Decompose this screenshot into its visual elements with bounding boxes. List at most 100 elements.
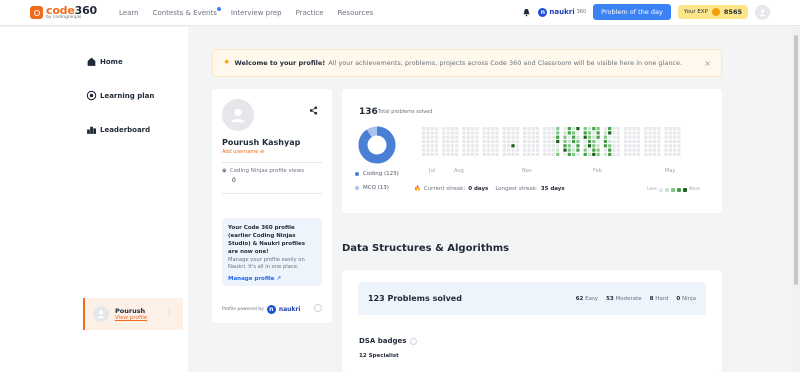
heatmap-cell: [612, 148, 616, 152]
heatmap-cell: [511, 152, 515, 156]
sidebar-item-learning-plan[interactable]: Learning plan: [86, 90, 154, 101]
powered-brand: naukri: [278, 306, 301, 313]
exp-value: 8565: [723, 8, 742, 16]
heatmap-cell: [567, 148, 571, 152]
heatmap-cell: [664, 148, 668, 152]
heatmap-cell: [603, 144, 607, 148]
month-label: Aug: [454, 168, 464, 174]
heatmap-cell: [446, 139, 450, 144]
heatmap-cell: [657, 131, 661, 135]
sidebar-item-leaderboard[interactable]: Leaderboard: [86, 124, 150, 135]
heatmap-cell: [608, 131, 612, 135]
heatmap-cell: [442, 144, 446, 148]
info-icon[interactable]: [314, 304, 322, 312]
heatmap-cell: [632, 144, 636, 148]
nav-learn[interactable]: Learn: [119, 9, 139, 17]
heatmap-cell: [511, 135, 515, 139]
heatmap-cell: [471, 127, 475, 131]
hard-label: Hard: [655, 295, 669, 302]
heatmap-cell: [664, 131, 668, 135]
info-icon[interactable]: [410, 337, 418, 345]
home-icon: [87, 57, 96, 66]
close-icon[interactable]: ×: [704, 59, 711, 68]
code360-logo[interactable]: code360 by codingninjas: [30, 5, 97, 21]
heatmap-cell: [636, 148, 641, 152]
heatmap-cell: [426, 127, 430, 131]
heatmap-cell: [572, 144, 576, 148]
nav-contests[interactable]: Contests & Events: [153, 6, 221, 17]
heatmap-cell: [616, 135, 620, 139]
heatmap-cell: [422, 127, 426, 131]
heatmap-cell: [422, 135, 426, 139]
manage-profile-link[interactable]: Manage profile ↗: [228, 276, 316, 282]
heatmap-cell: [632, 135, 636, 139]
page-scrollbar[interactable]: [792, 27, 800, 372]
heatmap-cell: [608, 144, 612, 148]
heatmap-cell: [462, 127, 466, 131]
user-icon: [759, 8, 766, 16]
sidebar-user-card[interactable]: Pourush View profile ⋮: [83, 298, 183, 330]
heatmap-cell: [507, 131, 511, 135]
heatmap-cell: [535, 127, 540, 131]
heatmap-cell: [632, 148, 636, 152]
more-options-icon[interactable]: ⋮: [166, 308, 173, 316]
sidebar-user-name: Pourush: [115, 307, 146, 315]
heatmap-cell: [616, 131, 620, 135]
legend-swatch: [658, 187, 663, 192]
heatmap-cell: [507, 152, 511, 156]
heatmap-cell: [596, 135, 600, 139]
view-profile-link[interactable]: View profile: [115, 315, 147, 321]
heatmap-cell: [422, 148, 426, 152]
heatmap-cell: [502, 152, 506, 156]
nav-resources[interactable]: Resources: [338, 9, 374, 17]
heatmap-cell: [482, 135, 486, 139]
heatmap-cell: [596, 131, 600, 135]
heatmap-cell: [507, 135, 511, 139]
heatmap-cell: [527, 139, 531, 144]
bell-icon[interactable]: [522, 8, 531, 17]
heatmap-cell: [434, 148, 439, 152]
heatmap-cell: [442, 127, 446, 131]
heatmap-cell: [475, 131, 479, 135]
heatmap-cell: [430, 144, 434, 148]
heatmap-cell: [556, 131, 560, 135]
solved-donut-chart: [358, 126, 396, 164]
heatmap-cell: [475, 139, 479, 144]
profile-avatar[interactable]: [222, 99, 254, 131]
heatmap-cell: [652, 152, 656, 156]
heatmap-cell: [486, 144, 491, 148]
nav-interview-prep[interactable]: Interview prep: [231, 9, 282, 17]
moderate-label: Moderate: [615, 295, 642, 302]
problem-of-the-day-button[interactable]: Problem of the day: [593, 4, 671, 20]
heatmap-cell: [587, 131, 592, 135]
heatmap-cell: [592, 135, 596, 139]
heatmap-cell: [455, 131, 459, 135]
naukri-label: naukri: [549, 8, 575, 16]
heatmap-cell: [491, 127, 495, 131]
heatmap-cell: [446, 127, 450, 131]
sidebar-item-home[interactable]: Home: [86, 56, 123, 67]
exp-badge[interactable]: Your EXP 8565: [677, 5, 748, 19]
user-avatar[interactable]: [755, 4, 770, 20]
heatmap-cell: [475, 144, 479, 148]
easy-count: 62 Easy: [576, 296, 598, 302]
ninja-count: 0 Ninja: [676, 296, 696, 302]
divider: [222, 193, 322, 194]
nav-practice[interactable]: Practice: [296, 9, 324, 17]
add-username-link[interactable]: Add username ⊕: [222, 149, 264, 155]
naukri360-link[interactable]: n naukri 360: [538, 7, 586, 17]
heatmap-cell: [515, 144, 519, 148]
heatmap-cell: [603, 127, 607, 131]
heatmap-cell: [543, 148, 547, 152]
heatmap-cell: [572, 131, 576, 135]
heatmap-cell: [664, 139, 668, 144]
share-icon[interactable]: [309, 106, 318, 115]
heatmap-cell: [632, 127, 636, 131]
heatmap-cell: [668, 139, 672, 144]
heatmap-cell: [664, 144, 668, 148]
naukri-logo-icon: n: [538, 7, 548, 17]
sidebar-item-label: Learning plan: [100, 91, 155, 100]
heatmap-cell: [466, 152, 470, 156]
scrollbar-thumb[interactable]: [794, 35, 798, 285]
heatmap-cell: [603, 139, 607, 144]
